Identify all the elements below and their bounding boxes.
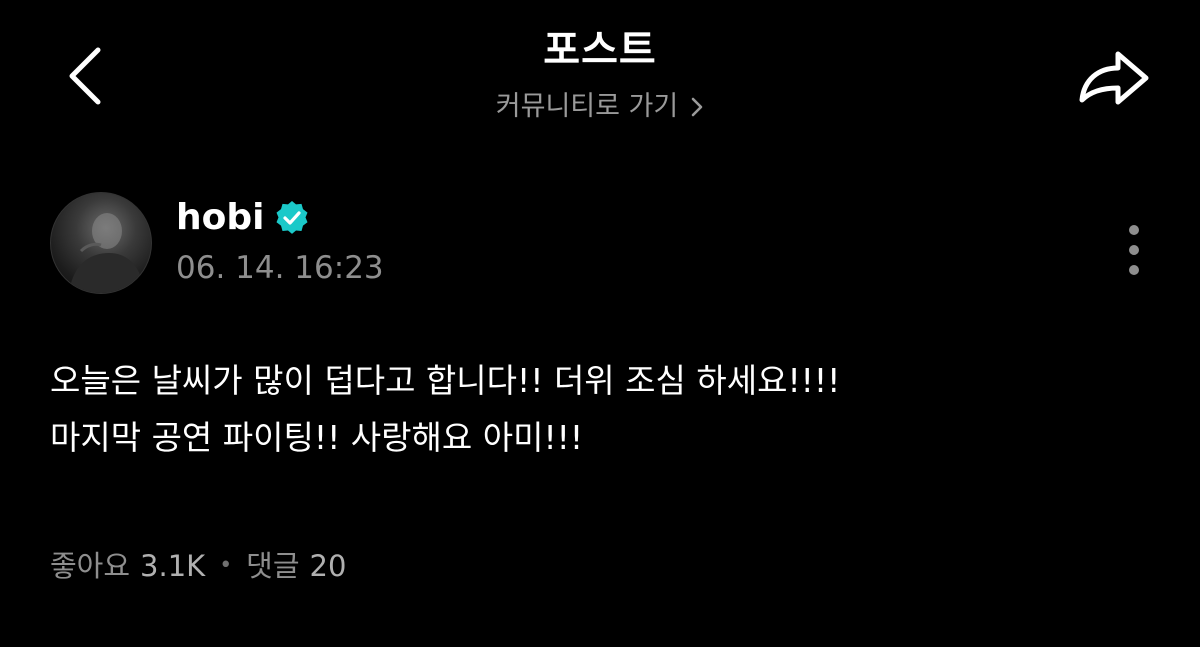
post-timestamp: 06. 14. 16:23: [176, 250, 384, 286]
likes-button[interactable]: 좋아요 3.1K: [50, 544, 205, 588]
post-line: 오늘은 날씨가 많이 덥다고 합니다!! 더위 조심 하세요!!!!: [50, 361, 841, 400]
verified-badge-icon: [276, 200, 308, 234]
comments-count: 20: [309, 549, 347, 583]
page-title: 포스트: [543, 27, 657, 73]
share-icon: [1079, 51, 1149, 105]
stats-separator: •: [219, 553, 233, 578]
post-body: 오늘은 날씨가 많이 덥다고 합니다!! 더위 조심 하세요!!!! 마지막 공…: [50, 352, 1160, 466]
avatar-photo-icon: [69, 213, 145, 293]
community-link-label: 커뮤니티로 가기: [495, 91, 679, 122]
avatar[interactable]: [50, 192, 152, 294]
likes-label: 좋아요: [50, 549, 131, 583]
more-vertical-icon: [1129, 225, 1139, 275]
post-line: 마지막 공연 파이팅!! 사랑해요 아미!!!: [50, 418, 584, 457]
post-stats: 좋아요 3.1K • 댓글 20: [50, 544, 346, 588]
author-name[interactable]: hobi: [176, 196, 264, 240]
likes-count: 3.1K: [140, 549, 206, 583]
more-options-button[interactable]: [1116, 220, 1152, 280]
comments-label: 댓글: [246, 549, 300, 583]
top-bar: 포스트 커뮤니티로 가기: [0, 0, 1200, 140]
author-name-row: hobi: [176, 196, 310, 240]
back-button[interactable]: [58, 40, 114, 112]
chevron-right-icon: [691, 97, 703, 117]
community-link[interactable]: 커뮤니티로 가기: [496, 90, 704, 124]
comments-button[interactable]: 댓글 20: [246, 544, 346, 588]
chevron-left-icon: [69, 47, 101, 105]
title-block: 포스트 커뮤니티로 가기: [300, 26, 900, 124]
share-button[interactable]: [1072, 40, 1156, 112]
author-row: hobi 06. 14. 16:23: [50, 192, 1150, 302]
